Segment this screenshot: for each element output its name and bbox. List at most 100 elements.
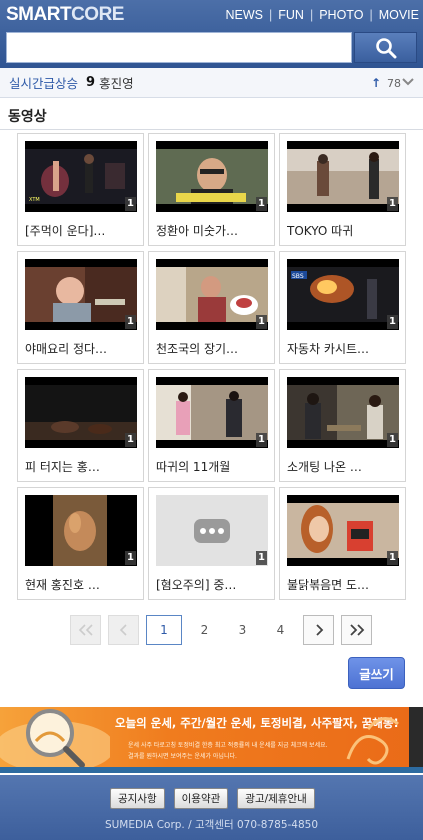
double-chevron-right-icon bbox=[349, 624, 364, 636]
video-card[interactable]: SBS 1 자동차 카시트… bbox=[279, 251, 406, 364]
prev-page-button[interactable] bbox=[108, 615, 139, 645]
video-caption[interactable]: 피 터지는 홍… bbox=[25, 458, 137, 475]
search-input[interactable] bbox=[6, 32, 352, 63]
video-thumbnail[interactable]: 1 bbox=[287, 495, 399, 566]
video-thumbnail[interactable]: 1 bbox=[156, 259, 268, 330]
svg-text:XTM: XTM bbox=[29, 197, 40, 203]
realtime-count: 78 bbox=[387, 76, 401, 90]
next-page-button[interactable] bbox=[303, 615, 334, 645]
fortune-ad-banner[interactable]: 오늘의 운세, 주간/월간 운세, 토정비결, 사주팔자, 꿈해몽! 운세 사주… bbox=[0, 707, 423, 773]
video-caption[interactable]: TOKYO 따귀 bbox=[287, 222, 399, 239]
page-number[interactable]: 3 bbox=[227, 615, 258, 645]
video-card[interactable]: 1 소개팅 나온 … bbox=[279, 369, 406, 482]
video-thumbnail[interactable]: 1 bbox=[25, 495, 137, 566]
logo-smart: SMART bbox=[6, 4, 72, 25]
video-card[interactable]: 1 따귀의 11개월 bbox=[148, 369, 275, 482]
video-thumbnail[interactable]: 1 bbox=[25, 377, 137, 448]
swirl-decoration bbox=[346, 717, 399, 765]
video-thumbnail[interactable]: 1 bbox=[156, 141, 268, 212]
video-count-badge: 1 bbox=[125, 197, 136, 211]
video-card[interactable]: 1 현재 홍진호 … bbox=[17, 487, 144, 600]
svg-text:SBS: SBS bbox=[292, 273, 304, 280]
video-card[interactable]: XTM 1 [주먹이 운다]… bbox=[17, 133, 144, 246]
footer: 공지사항 이용약관 광고/제휴안내 SUMEDIA Corp. / 고객센터 0… bbox=[0, 775, 423, 840]
thumbnail-image bbox=[287, 495, 399, 566]
page-number[interactable]: 2 bbox=[189, 615, 220, 645]
ad-partnership-link[interactable]: 광고/제휴안내 bbox=[237, 788, 315, 809]
write-post-button[interactable]: 글쓰기 bbox=[348, 657, 405, 689]
video-count-badge: 1 bbox=[387, 197, 398, 211]
video-thumbnail[interactable]: SBS 1 bbox=[287, 259, 399, 330]
video-thumbnail[interactable]: 1 bbox=[287, 377, 399, 448]
last-page-button[interactable] bbox=[341, 615, 372, 645]
video-card[interactable]: 1 야매요리 정다… bbox=[17, 251, 144, 364]
chevron-right-icon bbox=[315, 624, 323, 636]
video-thumbnail[interactable]: 1 bbox=[156, 495, 268, 566]
thumbnail-image bbox=[287, 141, 399, 212]
video-caption[interactable]: 야매요리 정다… bbox=[25, 340, 137, 357]
nav-separator: | bbox=[369, 8, 373, 22]
first-page-button[interactable] bbox=[70, 615, 101, 645]
banner-bottom-bar bbox=[0, 767, 423, 773]
section-divider bbox=[0, 129, 423, 130]
terms-link[interactable]: 이용약관 bbox=[173, 788, 229, 809]
video-caption[interactable]: 정환아 미숫가… bbox=[156, 222, 268, 239]
thumbnail-image bbox=[156, 141, 268, 212]
video-caption[interactable]: [주먹이 운다]… bbox=[25, 222, 137, 239]
footer-links: 공지사항 이용약관 광고/제휴안내 bbox=[110, 788, 324, 809]
video-caption[interactable]: 따귀의 11개월 bbox=[156, 458, 268, 475]
magnifier-illustration bbox=[0, 709, 110, 773]
chevron-down-icon[interactable] bbox=[402, 75, 414, 89]
video-card[interactable]: 1 불닭볶음면 도… bbox=[279, 487, 406, 600]
page-number-current[interactable]: 1 bbox=[146, 615, 182, 645]
video-count-badge: 1 bbox=[256, 197, 267, 211]
video-count-badge: 1 bbox=[256, 315, 267, 329]
nav-fun[interactable]: FUN bbox=[278, 8, 304, 22]
search-icon bbox=[375, 37, 396, 58]
video-caption[interactable]: [혐오주의] 중… bbox=[156, 576, 268, 593]
video-count-badge: 1 bbox=[387, 551, 398, 565]
thumbnail-image bbox=[25, 377, 137, 448]
realtime-keyword[interactable]: 홍진영 bbox=[99, 73, 134, 92]
logo[interactable]: SMARTCORE bbox=[6, 4, 124, 26]
page-number[interactable]: 4 bbox=[265, 615, 296, 645]
video-card[interactable]: 1 TOKYO 따귀 bbox=[279, 133, 406, 246]
video-count-badge: 1 bbox=[387, 315, 398, 329]
nav-news[interactable]: NEWS bbox=[226, 8, 264, 22]
video-thumbnail[interactable]: 1 bbox=[156, 377, 268, 448]
video-card[interactable]: 1 정환아 미숫가… bbox=[148, 133, 275, 246]
pagination: 1 2 3 4 bbox=[70, 615, 379, 645]
video-thumbnail[interactable]: XTM 1 bbox=[25, 141, 137, 212]
search-button[interactable] bbox=[354, 32, 417, 63]
thumbnail-image bbox=[25, 495, 137, 566]
thumbnail-image bbox=[25, 259, 137, 330]
realtime-label: 실시간급상승 bbox=[9, 76, 79, 91]
nav-photo[interactable]: PHOTO bbox=[319, 8, 363, 22]
video-card[interactable]: 1 천조국의 장기… bbox=[148, 251, 275, 364]
video-count-badge: 1 bbox=[125, 315, 136, 329]
double-chevron-left-icon bbox=[78, 624, 93, 636]
banner-subtext: 운세 사주 타로고칭 토정비결 한층 최고 적중률의 내 운세를 지금 체크해 … bbox=[128, 742, 328, 749]
video-caption[interactable]: 천조국의 장기… bbox=[156, 340, 268, 357]
video-card[interactable]: 1 [혐오주의] 중… bbox=[148, 487, 275, 600]
header: SMARTCORE NEWS | FUN | PHOTO | MOVIE bbox=[0, 0, 423, 68]
section-title: 동영상 bbox=[8, 109, 47, 125]
nav-separator: | bbox=[269, 8, 273, 22]
video-card[interactable]: 1 피 터지는 홍… bbox=[17, 369, 144, 482]
video-count-badge: 1 bbox=[125, 433, 136, 447]
video-caption[interactable]: 불닭볶음면 도… bbox=[287, 576, 399, 593]
thumbnail-image bbox=[156, 495, 268, 566]
video-caption[interactable]: 소개팅 나온 … bbox=[287, 458, 399, 475]
realtime-trending-bar[interactable]: 실시간급상승 9 홍진영 ↑ 78 bbox=[0, 68, 423, 98]
top-nav: NEWS | FUN | PHOTO | MOVIE bbox=[226, 8, 419, 22]
notice-link[interactable]: 공지사항 bbox=[110, 788, 165, 809]
video-caption[interactable]: 자동차 카시트… bbox=[287, 340, 399, 357]
video-count-badge: 1 bbox=[387, 433, 398, 447]
arrow-up-icon: ↑ bbox=[370, 76, 381, 90]
nav-movie[interactable]: MOVIE bbox=[379, 8, 419, 22]
realtime-rank: 9 bbox=[86, 75, 96, 90]
video-thumbnail[interactable]: 1 bbox=[25, 259, 137, 330]
video-caption[interactable]: 현재 홍진호 … bbox=[25, 576, 137, 593]
video-count-badge: 1 bbox=[125, 551, 136, 565]
video-thumbnail[interactable]: 1 bbox=[287, 141, 399, 212]
